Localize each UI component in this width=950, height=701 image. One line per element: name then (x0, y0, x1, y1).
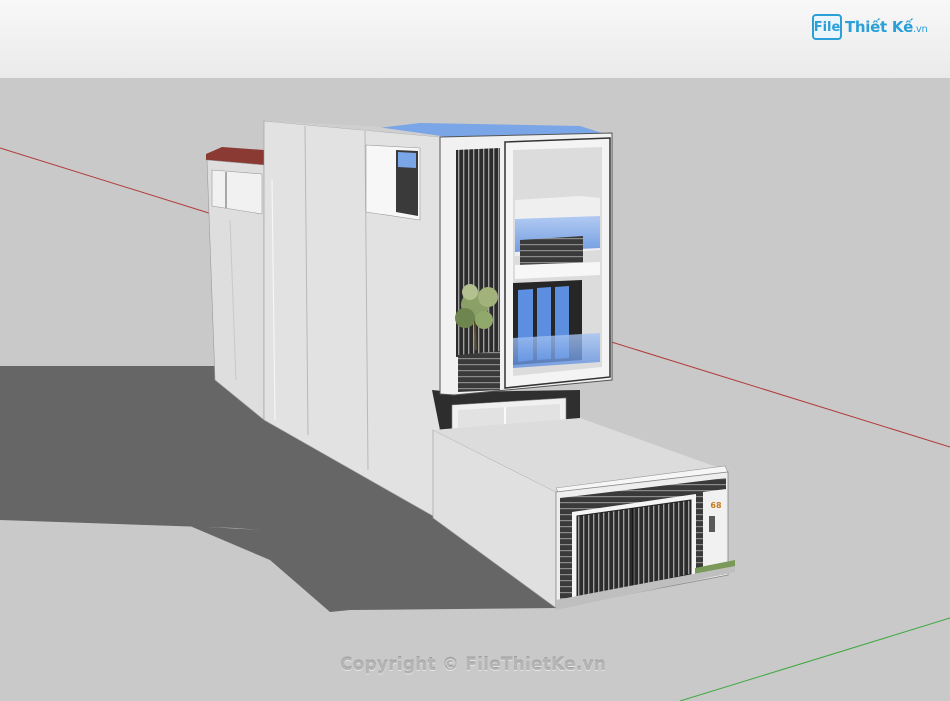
logo-suffix: .vn (913, 24, 928, 35)
sky-background (0, 0, 950, 78)
balcony-lower-glass (513, 333, 600, 368)
house-number: 68 (710, 501, 722, 510)
wall-lamp (709, 516, 715, 532)
copyright-watermark: Copyright © FileThietKe.vn (340, 655, 607, 675)
model-viewport[interactable]: 68 (0, 0, 950, 701)
planter-slat-band (458, 351, 500, 392)
logo-wordmark: Thiết Kế.vn (845, 18, 928, 36)
brand-logo[interactable]: File Thiết Kế.vn (812, 13, 928, 41)
side-window-blue (398, 152, 416, 168)
logo-name: Thiết Kế (845, 18, 914, 36)
rear-terrace-opening (211, 169, 263, 215)
logo-mark: File (812, 14, 842, 40)
